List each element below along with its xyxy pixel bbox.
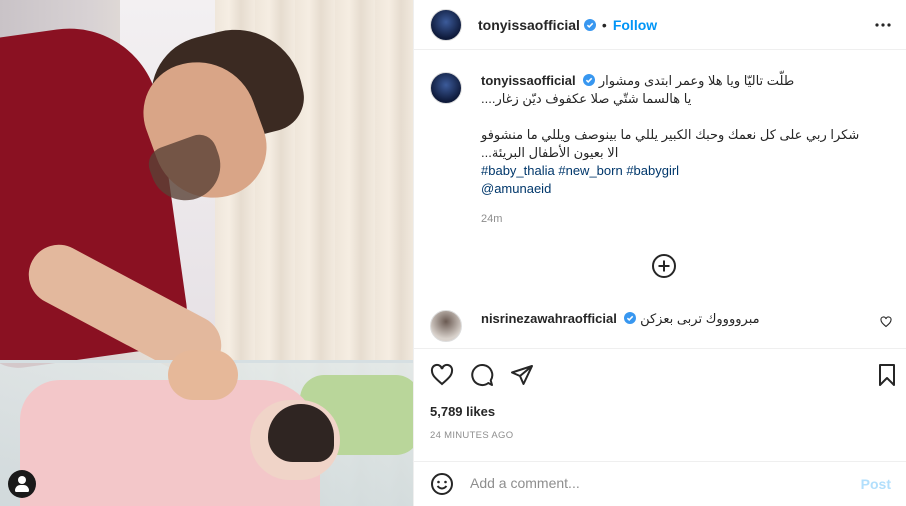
- caption-line: الا بعيون الأطفال البريئة...: [481, 145, 619, 160]
- mention-link[interactable]: @amunaeid: [481, 181, 551, 196]
- comment-input[interactable]: [470, 475, 830, 491]
- hashtag-link[interactable]: #baby_thalia: [481, 163, 555, 178]
- post-sidebar: tonyissaofficial • Follow tonyissaoffici…: [413, 0, 906, 506]
- verified-badge-icon: [583, 18, 596, 31]
- comment-like-icon[interactable]: [880, 316, 892, 328]
- action-bar: [414, 348, 906, 400]
- caption-line: يا هالسما شتّي صلا عكفوف ديّن زغار....: [481, 91, 692, 106]
- posted-time[interactable]: 24 MINUTES AGO: [430, 430, 513, 441]
- tagged-user-icon[interactable]: [8, 470, 36, 498]
- heart-icon[interactable]: [430, 363, 454, 387]
- caption-line: طلّت تاليّا ويا هلا وعمر ابتدى ومشوار: [598, 73, 795, 88]
- post-photo[interactable]: [0, 0, 413, 506]
- comment-item: nisrinezawahraofficial مبرووووك تربى بعز…: [430, 308, 900, 342]
- caption-body: tonyissaofficial طلّت تاليّا ويا هلا وعم…: [481, 72, 891, 228]
- caption-avatar[interactable]: [430, 72, 462, 104]
- add-comment-bar: Post: [414, 461, 906, 506]
- follow-button[interactable]: Follow: [613, 17, 657, 33]
- likes-count[interactable]: 5,789 likes: [430, 404, 495, 419]
- comment-bubble-icon[interactable]: [470, 363, 494, 387]
- verified-badge-icon: [583, 74, 596, 86]
- post-username[interactable]: tonyissaofficial: [478, 17, 580, 33]
- caption-username[interactable]: tonyissaofficial: [481, 73, 576, 88]
- caption-line: شكرا ربي على كل نعمك وحبك الكبير يللي ما…: [481, 127, 860, 142]
- photo-hand: [168, 350, 238, 400]
- caption-time[interactable]: 24m: [481, 210, 891, 228]
- paper-plane-icon[interactable]: [510, 363, 534, 387]
- post-comment-button[interactable]: Post: [861, 476, 891, 492]
- bookmark-icon[interactable]: [875, 363, 899, 387]
- emoji-smile-icon[interactable]: [430, 472, 454, 496]
- avatar[interactable]: [430, 8, 462, 41]
- comment-avatar[interactable]: [430, 310, 462, 342]
- plus-circle-icon[interactable]: [651, 253, 677, 279]
- comment-username[interactable]: nisrinezawahraofficial: [481, 311, 617, 326]
- comment-text: مبرووووك تربى بعزكن: [640, 311, 760, 326]
- hashtag-link[interactable]: #babygirl: [626, 163, 679, 178]
- post-header: tonyissaofficial • Follow: [414, 0, 906, 50]
- verified-badge-icon: [624, 312, 637, 324]
- photo-baby-hair: [268, 404, 334, 462]
- hashtag-link[interactable]: #new_born: [558, 163, 622, 178]
- separator-dot: •: [601, 16, 607, 33]
- more-horizontal-icon[interactable]: [874, 16, 892, 34]
